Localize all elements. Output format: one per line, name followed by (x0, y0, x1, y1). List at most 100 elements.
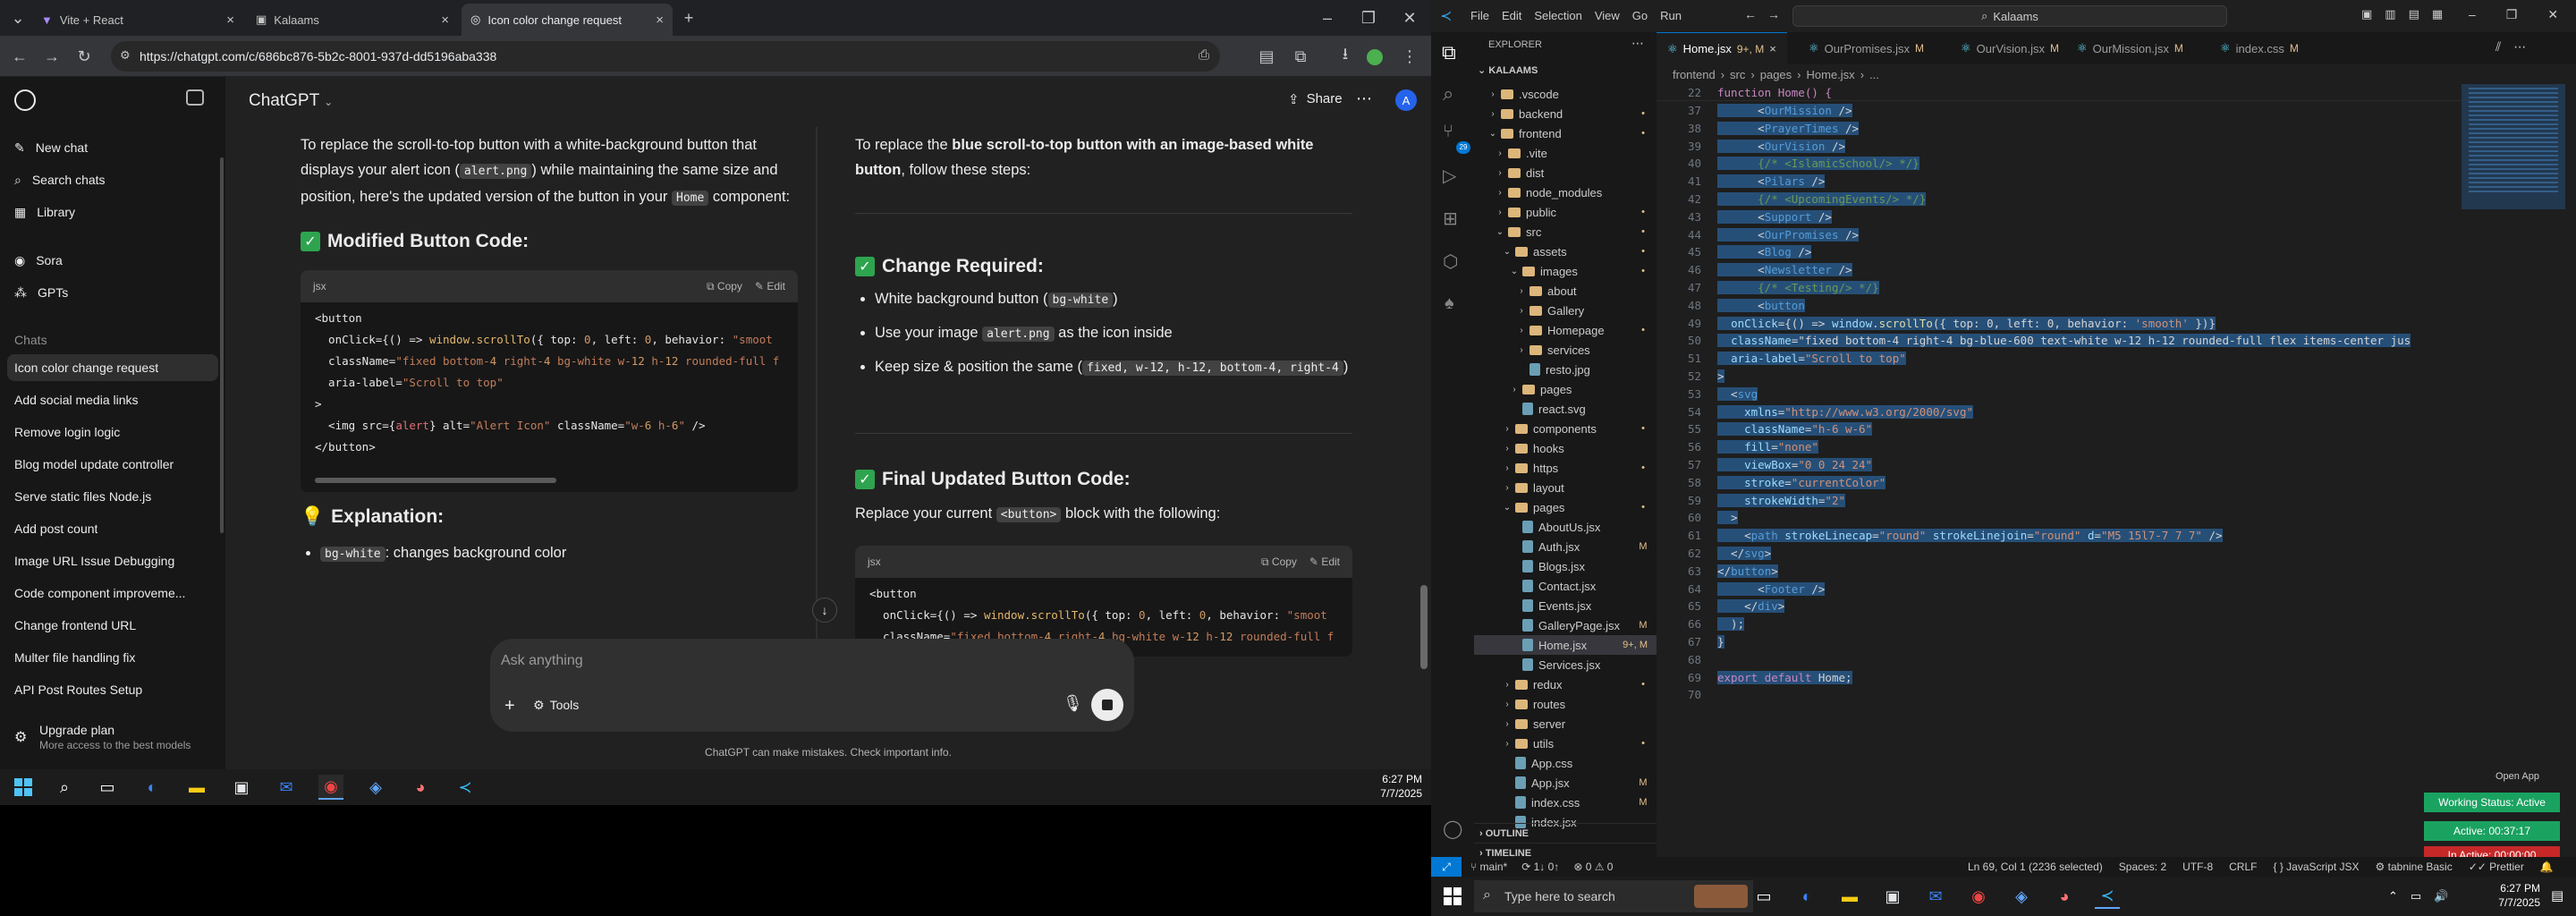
network-icon[interactable]: ▭ (2411, 889, 2421, 903)
chrome-taskbar-icon[interactable]: ◉ (1966, 884, 1991, 909)
maximize-icon[interactable]: ❐ (1356, 5, 1381, 30)
breadcrumb-item[interactable]: src (1730, 68, 1745, 81)
chat-list-item[interactable]: API Post Routes Setup (14, 676, 218, 703)
tree-file[interactable]: resto.jpg (1474, 360, 1657, 379)
tree-folder[interactable]: › server (1474, 714, 1657, 734)
reload-icon[interactable]: ↻ (72, 44, 97, 69)
file-explorer-icon[interactable]: ▬ (1837, 884, 1862, 909)
windows-start-icon[interactable] (1444, 887, 1462, 905)
app-icon[interactable]: ◈ (2009, 884, 2034, 909)
editor-tab[interactable]: ⚛ OurMission.jsx M (2066, 32, 2194, 64)
minimize-icon[interactable]: – (2469, 7, 2476, 22)
tree-folder[interactable]: › https • (1474, 458, 1657, 478)
sync-status[interactable]: ⟳ 1↓ 0↑ (1521, 861, 1559, 873)
language-mode[interactable]: { } JavaScript JSX (2273, 861, 2359, 873)
message-input[interactable]: Ask anything (501, 653, 1038, 669)
openai-logo[interactable] (14, 89, 36, 111)
menu-item[interactable]: Edit (1502, 9, 1521, 22)
tab-search-icon[interactable]: ⌄ (5, 5, 30, 30)
app-icon[interactable]: ◈ (363, 775, 388, 800)
remote-indicator-icon[interactable]: ⤢ (1431, 857, 1462, 877)
secondary-sidebar-icon[interactable]: ▦ (2432, 7, 2443, 21)
store-icon[interactable]: ▣ (1880, 884, 1905, 909)
encoding[interactable]: UTF-8 (2182, 861, 2213, 873)
chat-list-item[interactable]: Multer file handling fix (14, 644, 218, 671)
task-view-icon[interactable]: ▭ (95, 775, 120, 800)
tree-file[interactable]: Events.jsx (1474, 596, 1657, 615)
extensions-icon[interactable]: ⊞ (1443, 208, 1458, 230)
search-icon[interactable]: ⌕ (52, 775, 77, 800)
vscode-taskbar-icon[interactable]: ≺ (453, 775, 478, 800)
tree-folder[interactable]: › .vite (1474, 143, 1657, 163)
file-explorer-icon[interactable]: ▬ (184, 775, 209, 800)
user-avatar[interactable]: A (1395, 89, 1417, 111)
chrome-menu-icon[interactable]: ⋮ (1397, 44, 1422, 69)
tree-file[interactable]: GalleryPage.jsx M (1474, 615, 1657, 635)
explorer-icon[interactable]: ⧉ (1442, 41, 1456, 64)
chat-list-item[interactable]: Remove login logic (14, 419, 218, 445)
editor-tab[interactable]: ⚛ index.css M (2209, 32, 2309, 64)
search-icon[interactable]: ⌕ (1443, 82, 1453, 106)
vscode-taskbar-icon[interactable]: ≺ (2095, 884, 2120, 909)
back-icon[interactable]: ← (7, 44, 32, 69)
minimize-icon[interactable]: – (1315, 5, 1340, 30)
tree-folder[interactable]: › about (1474, 281, 1657, 301)
tree-folder[interactable]: › redux • (1474, 674, 1657, 694)
chat-list-item[interactable]: Icon color change request (7, 354, 218, 381)
tree-file[interactable]: AboutUs.jsx (1474, 517, 1657, 537)
indentation[interactable]: Spaces: 2 (2119, 861, 2166, 873)
breadcrumb-item[interactable]: Home.jsx (1807, 68, 1855, 81)
editor-tab[interactable]: ⚛ OurPromises.jsx M (1798, 32, 1935, 64)
chrome-taskbar-icon[interactable]: ◉ (318, 775, 343, 800)
tree-file[interactable]: Services.jsx (1474, 655, 1657, 674)
tree-folder[interactable]: › dist (1474, 163, 1657, 182)
tools-button[interactable]: ⚙ Tools (533, 698, 579, 713)
tab-kalaams[interactable]: ▣ Kalaams × (247, 4, 458, 36)
tree-folder[interactable]: ⌄ src • (1474, 222, 1657, 242)
scroll-down-button[interactable]: ↓ (812, 598, 837, 623)
tree-folder[interactable]: › .vscode (1474, 84, 1657, 104)
menu-item[interactable]: Run (1660, 9, 1682, 22)
copy-button[interactable]: ⧉ Copy (707, 280, 742, 293)
breadcrumb-item[interactable]: frontend (1673, 68, 1716, 81)
tree-folder[interactable]: › routes (1474, 694, 1657, 714)
tree-folder[interactable]: › Gallery (1474, 301, 1657, 320)
branch-status[interactable]: ⑂ main* (1470, 861, 1507, 873)
chevron-up-icon[interactable]: ⌃ (2388, 889, 2398, 903)
tree-file[interactable]: App.jsx M (1474, 773, 1657, 793)
layout-icon[interactable]: ▣ (2361, 7, 2372, 21)
tab-vite-react[interactable]: ▼ Vite + React × (32, 4, 243, 36)
breadcrumb-item[interactable]: ... (1869, 68, 1879, 81)
tree-file[interactable]: Contact.jsx (1474, 576, 1657, 596)
tree-folder[interactable]: › hooks (1474, 438, 1657, 458)
tree-file[interactable]: react.svg (1474, 399, 1657, 419)
page-scrollbar[interactable] (1420, 585, 1428, 669)
sticky-scroll[interactable]: 22 function Home() { (1657, 84, 2462, 101)
remote-icon[interactable]: ⬡ (1443, 250, 1458, 273)
extension-icon[interactable]: ▤ (1254, 44, 1279, 69)
close-icon[interactable]: × (441, 13, 449, 28)
tree-folder[interactable]: › utils • (1474, 734, 1657, 753)
close-window-icon[interactable]: ✕ (2547, 7, 2558, 22)
panel-toggle-icon[interactable]: ▤ (2409, 7, 2419, 21)
tabnine-status[interactable]: ⚙ tabnine Basic (2376, 861, 2453, 873)
tree-file[interactable]: index.css M (1474, 793, 1657, 812)
eol[interactable]: CRLF (2229, 861, 2257, 873)
account-icon[interactable]: ◯ (1443, 818, 1462, 840)
share-button[interactable]: ⇪ Share (1288, 91, 1343, 107)
chat-list-item[interactable]: Add social media links (14, 386, 218, 413)
microphone-icon[interactable]: 🎙 (1063, 694, 1083, 713)
tree-folder[interactable]: › node_modules (1474, 182, 1657, 202)
close-icon[interactable]: × (1769, 42, 1776, 55)
edit-button[interactable]: ✎ Edit (755, 280, 785, 293)
tree-folder[interactable]: ⌄ frontend • (1474, 123, 1657, 143)
tree-file[interactable]: Home.jsx 9+, M (1474, 635, 1657, 655)
prettier-status[interactable]: ✓✓ Prettier (2469, 861, 2524, 873)
more-options-icon[interactable]: ⋯ (1356, 89, 1372, 108)
cursor-position[interactable]: Ln 69, Col 1 (2236 selected) (1968, 861, 2103, 873)
mail-icon[interactable]: ✉ (274, 775, 299, 800)
edit-button[interactable]: ✎ Edit (1309, 556, 1340, 569)
windows-start-icon[interactable] (14, 778, 32, 796)
puzzle-icon[interactable]: ⧉ (1288, 44, 1313, 69)
task-view-icon[interactable]: ▭ (1751, 884, 1776, 909)
